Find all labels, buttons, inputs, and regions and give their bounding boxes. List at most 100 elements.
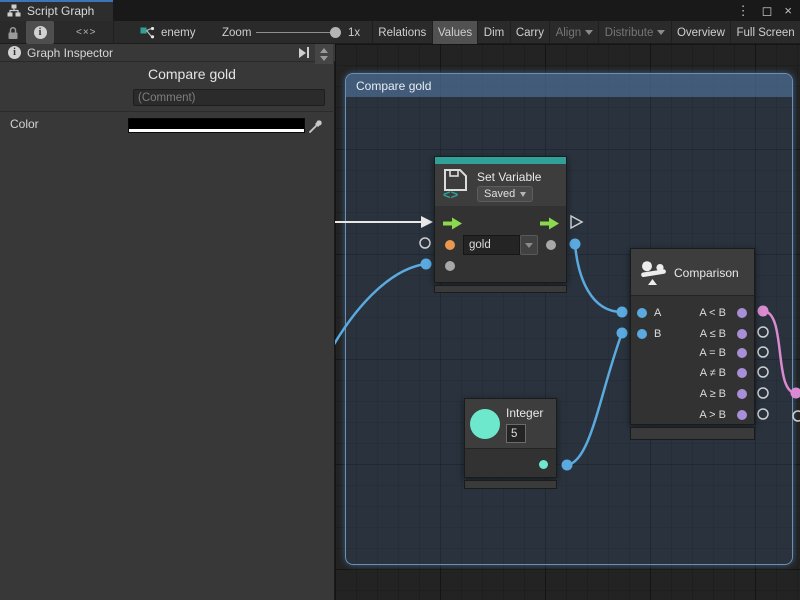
script-graph-asset-icon — [140, 27, 155, 39]
values-button[interactable]: Values — [432, 21, 478, 44]
group-header[interactable]: Compare gold — [346, 74, 792, 97]
graph-inspector-header: i Graph Inspector — [0, 44, 335, 62]
align-dropdown[interactable]: Align — [549, 21, 598, 44]
set-variable-header: <> Set Variable Saved — [435, 164, 566, 206]
comparison-icon — [640, 260, 668, 286]
info-icon: i — [8, 46, 21, 59]
input-a-port[interactable] — [637, 308, 647, 318]
zoom-value: 1x — [348, 21, 360, 44]
output-lte-port[interactable] — [737, 329, 747, 339]
zoom-label: Zoom — [222, 21, 251, 44]
divider — [0, 111, 335, 112]
eyedropper-button[interactable] — [307, 117, 324, 134]
zoom-slider-handle[interactable] — [330, 27, 341, 38]
eyedropper-icon — [309, 119, 323, 133]
toolbar-divider — [113, 21, 114, 44]
color-field-label: Color — [10, 117, 39, 131]
integer-out-port[interactable] — [539, 460, 548, 469]
graph-canvas[interactable]: Compare gold — [335, 44, 800, 600]
code-icon: <×> — [76, 27, 97, 38]
tab-script-graph[interactable]: Script Graph — [0, 0, 113, 21]
set-variable-footer — [434, 285, 567, 293]
arrow-down-icon — [320, 56, 328, 61]
output-label-eq: A = B — [699, 347, 726, 359]
zoom-slider-track[interactable] — [256, 32, 338, 33]
lock-icon — [7, 26, 19, 40]
window-menu-icon[interactable]: ⋮ — [731, 3, 756, 19]
integer-icon — [470, 409, 500, 439]
node-title: Set Variable — [477, 170, 541, 184]
variable-name-port[interactable] — [445, 240, 455, 250]
window-controls: ⋮ ◻ × — [731, 0, 798, 21]
graph-toolbar: i <×> enemy Zoom 1x Relations Values Dim — [0, 21, 800, 44]
color-swatch[interactable] — [128, 118, 305, 133]
flow-out-port[interactable] — [540, 217, 560, 230]
info-icon: i — [34, 26, 47, 39]
chevron-down-icon — [585, 30, 593, 35]
tab-title: Script Graph — [27, 4, 94, 18]
integer-value-field[interactable] — [506, 424, 526, 443]
comparison-header: Comparison — [631, 249, 754, 296]
output-label-gte: A ≥ B — [700, 388, 726, 400]
flow-in-port[interactable] — [443, 217, 463, 230]
inspected-graph-title: Compare gold — [148, 66, 236, 82]
chevron-down-icon — [525, 243, 533, 248]
output-gt-port[interactable] — [737, 410, 747, 420]
relations-button[interactable]: Relations — [372, 21, 432, 44]
port-hollow-offscreen[interactable] — [793, 411, 800, 421]
output-gte-port[interactable] — [737, 389, 747, 399]
node-integer[interactable]: Integer — [464, 398, 557, 478]
value-in-port[interactable] — [445, 261, 455, 271]
maximize-icon[interactable]: ◻ — [756, 3, 779, 19]
active-tab-accent — [0, 0, 113, 2]
output-neq-port[interactable] — [737, 368, 747, 378]
lock-button[interactable] — [7, 21, 19, 44]
carry-button[interactable]: Carry — [510, 21, 550, 44]
dim-button[interactable]: Dim — [477, 21, 509, 44]
inspector-toggle-button[interactable]: i — [26, 21, 54, 44]
svg-text:<>: <> — [443, 187, 459, 200]
arrow-up-icon — [320, 48, 328, 53]
variable-scope-dropdown[interactable]: Saved — [477, 186, 533, 202]
node-accent-strip — [435, 157, 566, 164]
panel-spinner[interactable] — [315, 44, 333, 64]
input-a-label: A — [654, 307, 661, 319]
comparison-footer — [630, 427, 755, 440]
code-view-button[interactable]: <×> — [76, 21, 97, 44]
panel-title: Graph Inspector — [27, 46, 113, 60]
distribute-dropdown[interactable]: Distribute — [598, 21, 670, 44]
fullscreen-button[interactable]: Full Screen — [730, 21, 800, 44]
comment-input[interactable] — [133, 89, 325, 106]
input-b-label: B — [654, 328, 661, 340]
integer-header: Integer — [465, 399, 556, 449]
node-title: Integer — [506, 406, 543, 420]
output-label-gt: A > B — [699, 409, 726, 421]
node-set-variable[interactable]: <> Set Variable Saved gold — [434, 156, 567, 283]
output-lt-port[interactable] — [737, 308, 747, 318]
alpha-bar — [129, 129, 304, 132]
chevron-down-icon — [657, 30, 665, 35]
save-variable-icon: <> — [443, 168, 469, 200]
variable-name-field[interactable]: gold — [463, 235, 520, 255]
integer-footer — [464, 480, 557, 489]
output-label-neq: A ≠ B — [700, 367, 726, 379]
group-title: Compare gold — [356, 79, 431, 93]
tab-bar: Script Graph ⋮ ◻ × — [0, 0, 800, 21]
close-icon[interactable]: × — [778, 3, 798, 18]
chevron-down-icon — [520, 192, 526, 197]
value-out-port[interactable] — [546, 240, 556, 250]
graph-inspector-panel: i Graph Inspector Compare gold Color — [0, 44, 335, 600]
node-comparison[interactable]: Comparison A B A < B A ≤ B A = B A ≠ B A… — [630, 248, 755, 425]
breadcrumb[interactable]: enemy — [140, 21, 196, 44]
overview-button[interactable]: Overview — [671, 21, 731, 44]
input-b-port[interactable] — [637, 329, 647, 339]
toolbar-buttons: Relations Values Dim Carry Align Distrib… — [372, 21, 800, 44]
output-label-lt: A < B — [699, 307, 726, 319]
variable-dropdown-button[interactable] — [520, 235, 538, 255]
node-title: Comparison — [674, 266, 739, 280]
graph-name: enemy — [161, 27, 196, 39]
script-graph-window: Script Graph ⋮ ◻ × i <×> — [0, 0, 800, 600]
dock-panel-icon[interactable] — [299, 47, 309, 58]
graph-icon — [7, 4, 21, 17]
output-eq-port[interactable] — [737, 348, 747, 358]
